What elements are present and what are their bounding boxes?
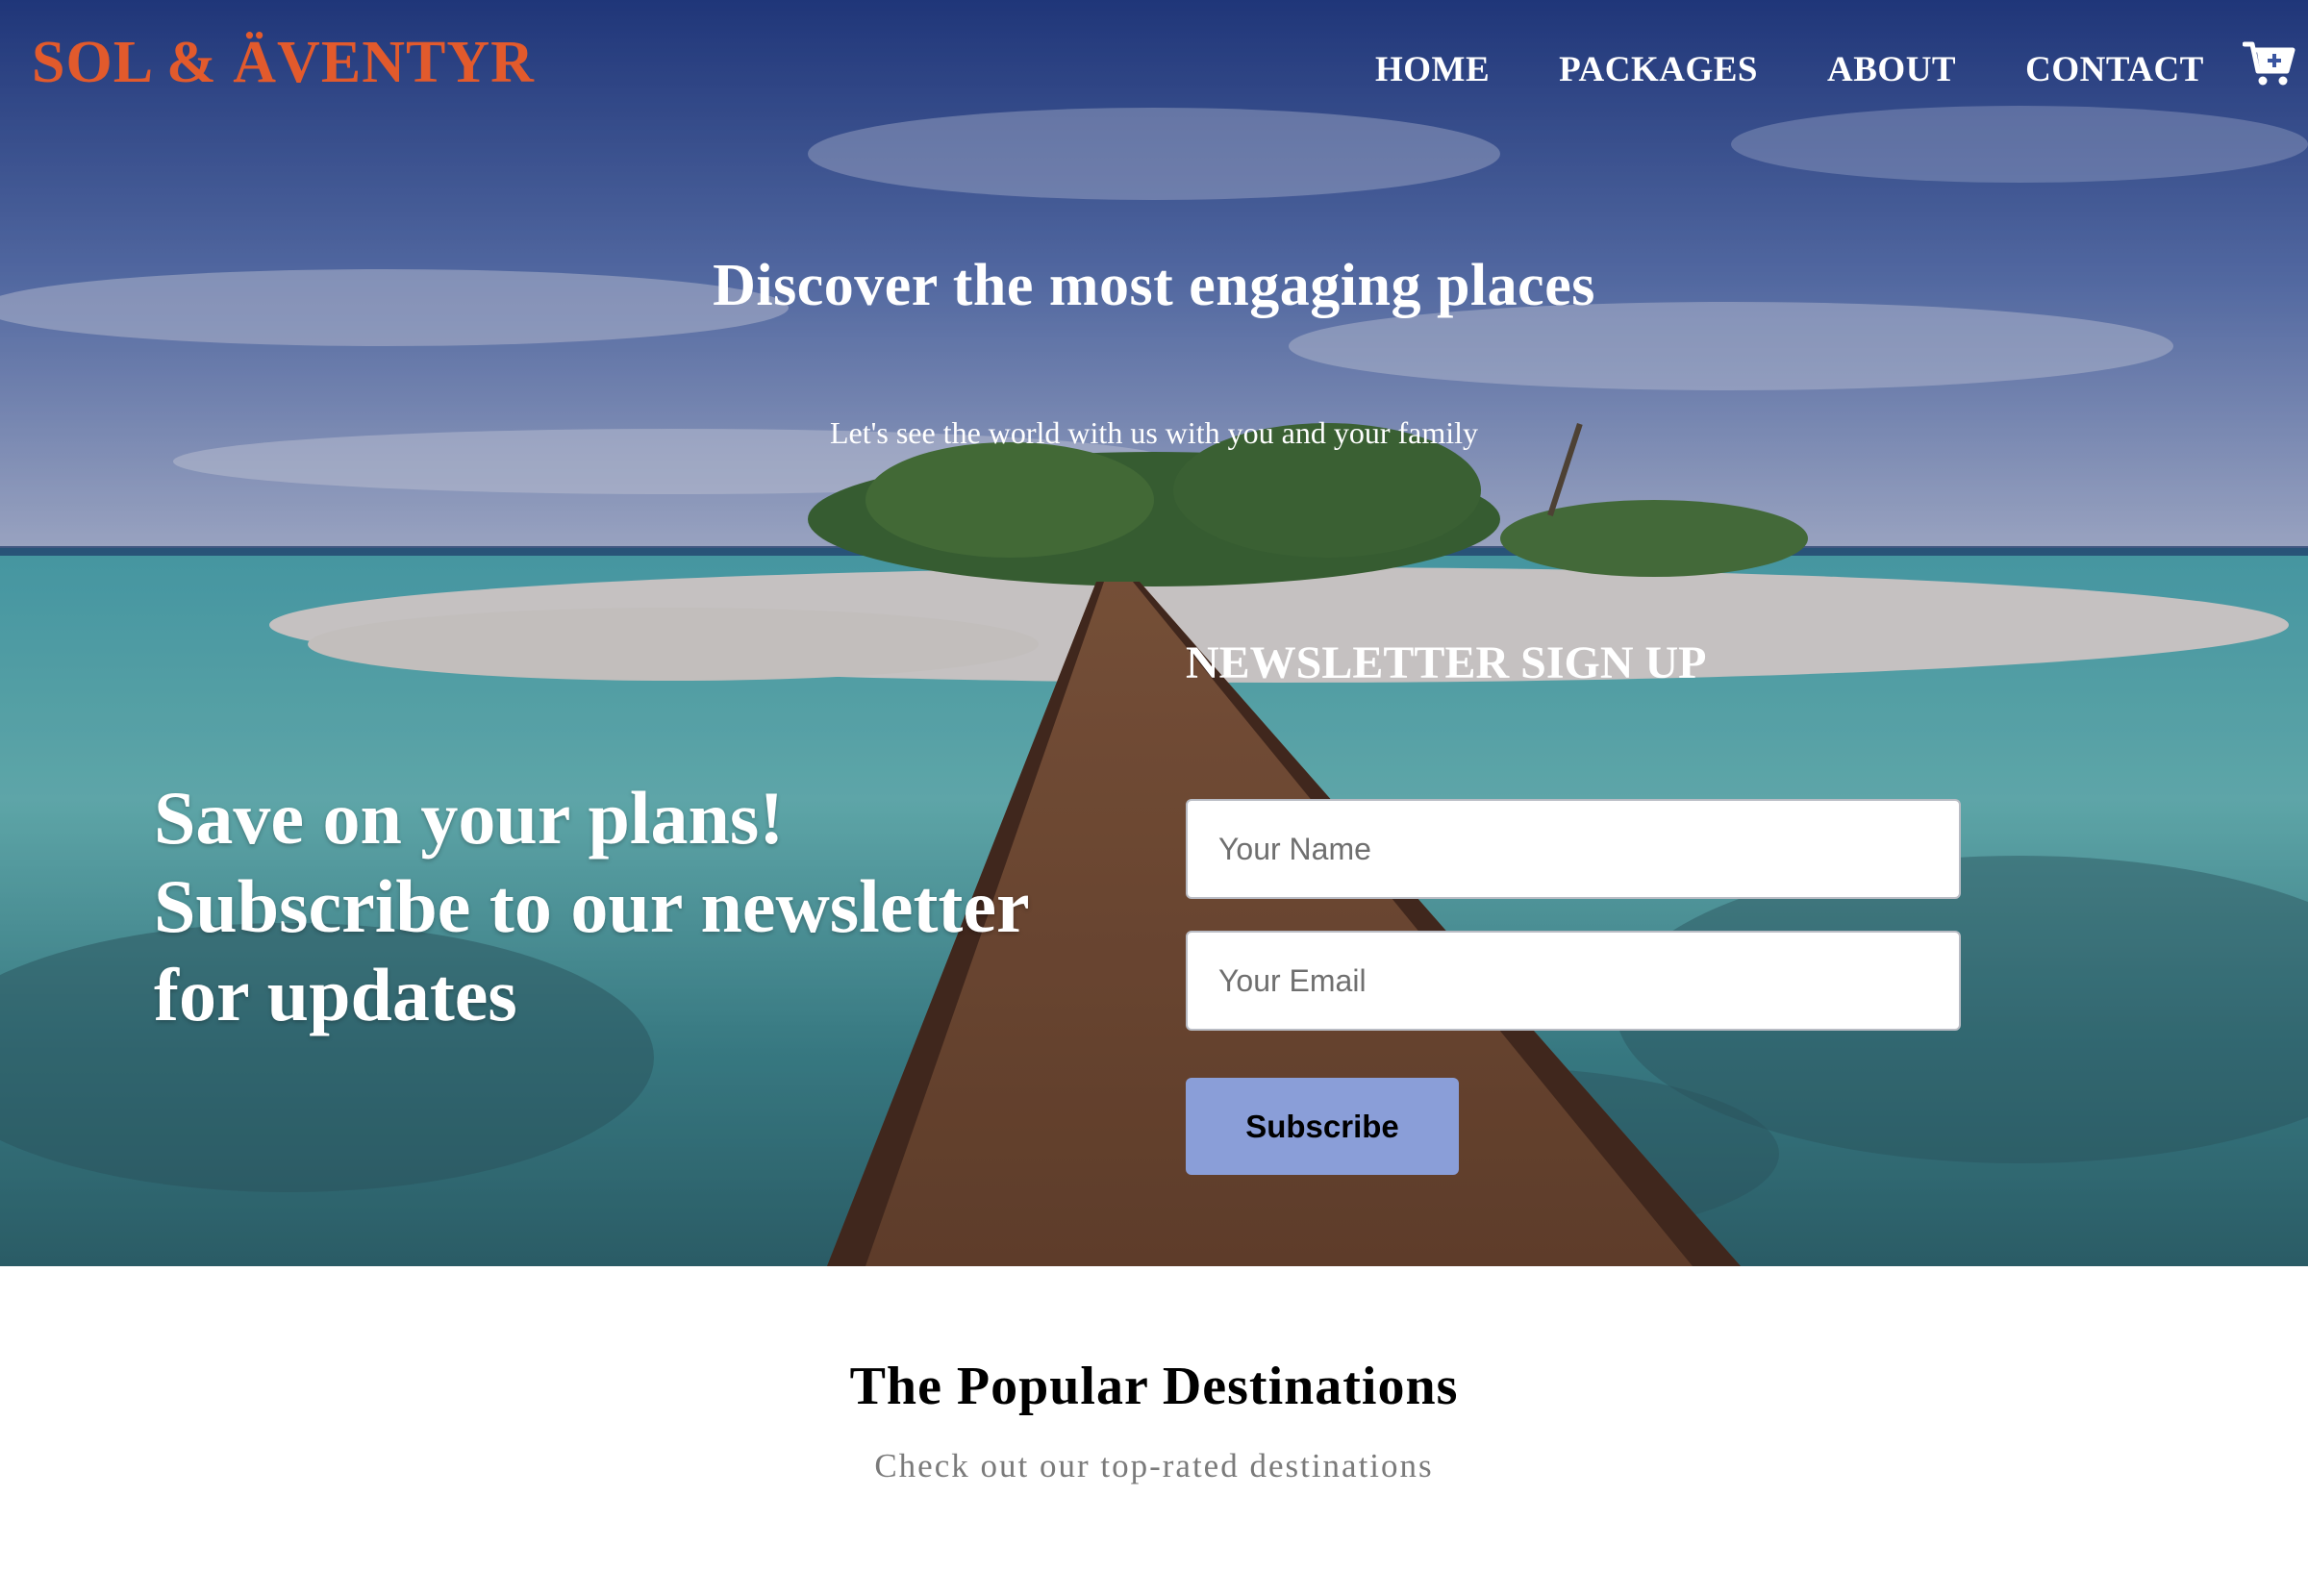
hero-title: Discover the most engaging places — [713, 253, 1595, 318]
nav-contact[interactable]: CONTACT — [2025, 49, 2204, 90]
newsletter-title: NEWSLETTER SIGN UP — [1186, 637, 1707, 688]
email-input[interactable] — [1186, 931, 1961, 1031]
name-input[interactable] — [1186, 799, 1961, 899]
subscribe-button[interactable]: Subscribe — [1186, 1078, 1459, 1175]
nav-packages[interactable]: PACKAGES — [1559, 49, 1758, 90]
promo-text: Save on your plans! Subscribe to our new… — [154, 774, 1116, 1039]
promo-line-1: Save on your plans! — [154, 776, 785, 860]
hero-section: SOL & ÄVENTYR HOME PACKAGES ABOUT CONTAC… — [0, 0, 2308, 1266]
promo-line-2: Subscribe to our newsletter — [154, 864, 1030, 948]
hero-overlay — [0, 0, 2308, 1266]
brand-logo[interactable]: SOL & ÄVENTYR — [32, 29, 535, 97]
main-nav: HOME PACKAGES ABOUT CONTACT — [1375, 41, 2296, 94]
promo-line-3: for updates — [154, 953, 517, 1036]
nav-home[interactable]: HOME — [1375, 49, 1490, 90]
nav-about[interactable]: ABOUT — [1827, 49, 1956, 90]
popular-title: The Popular Destinations — [849, 1357, 1459, 1416]
cart-plus-icon[interactable] — [2242, 38, 2296, 88]
hero-subtitle: Let's see the world with us with you and… — [829, 415, 1479, 450]
popular-subtitle: Check out our top-rated destinations — [874, 1447, 1434, 1484]
